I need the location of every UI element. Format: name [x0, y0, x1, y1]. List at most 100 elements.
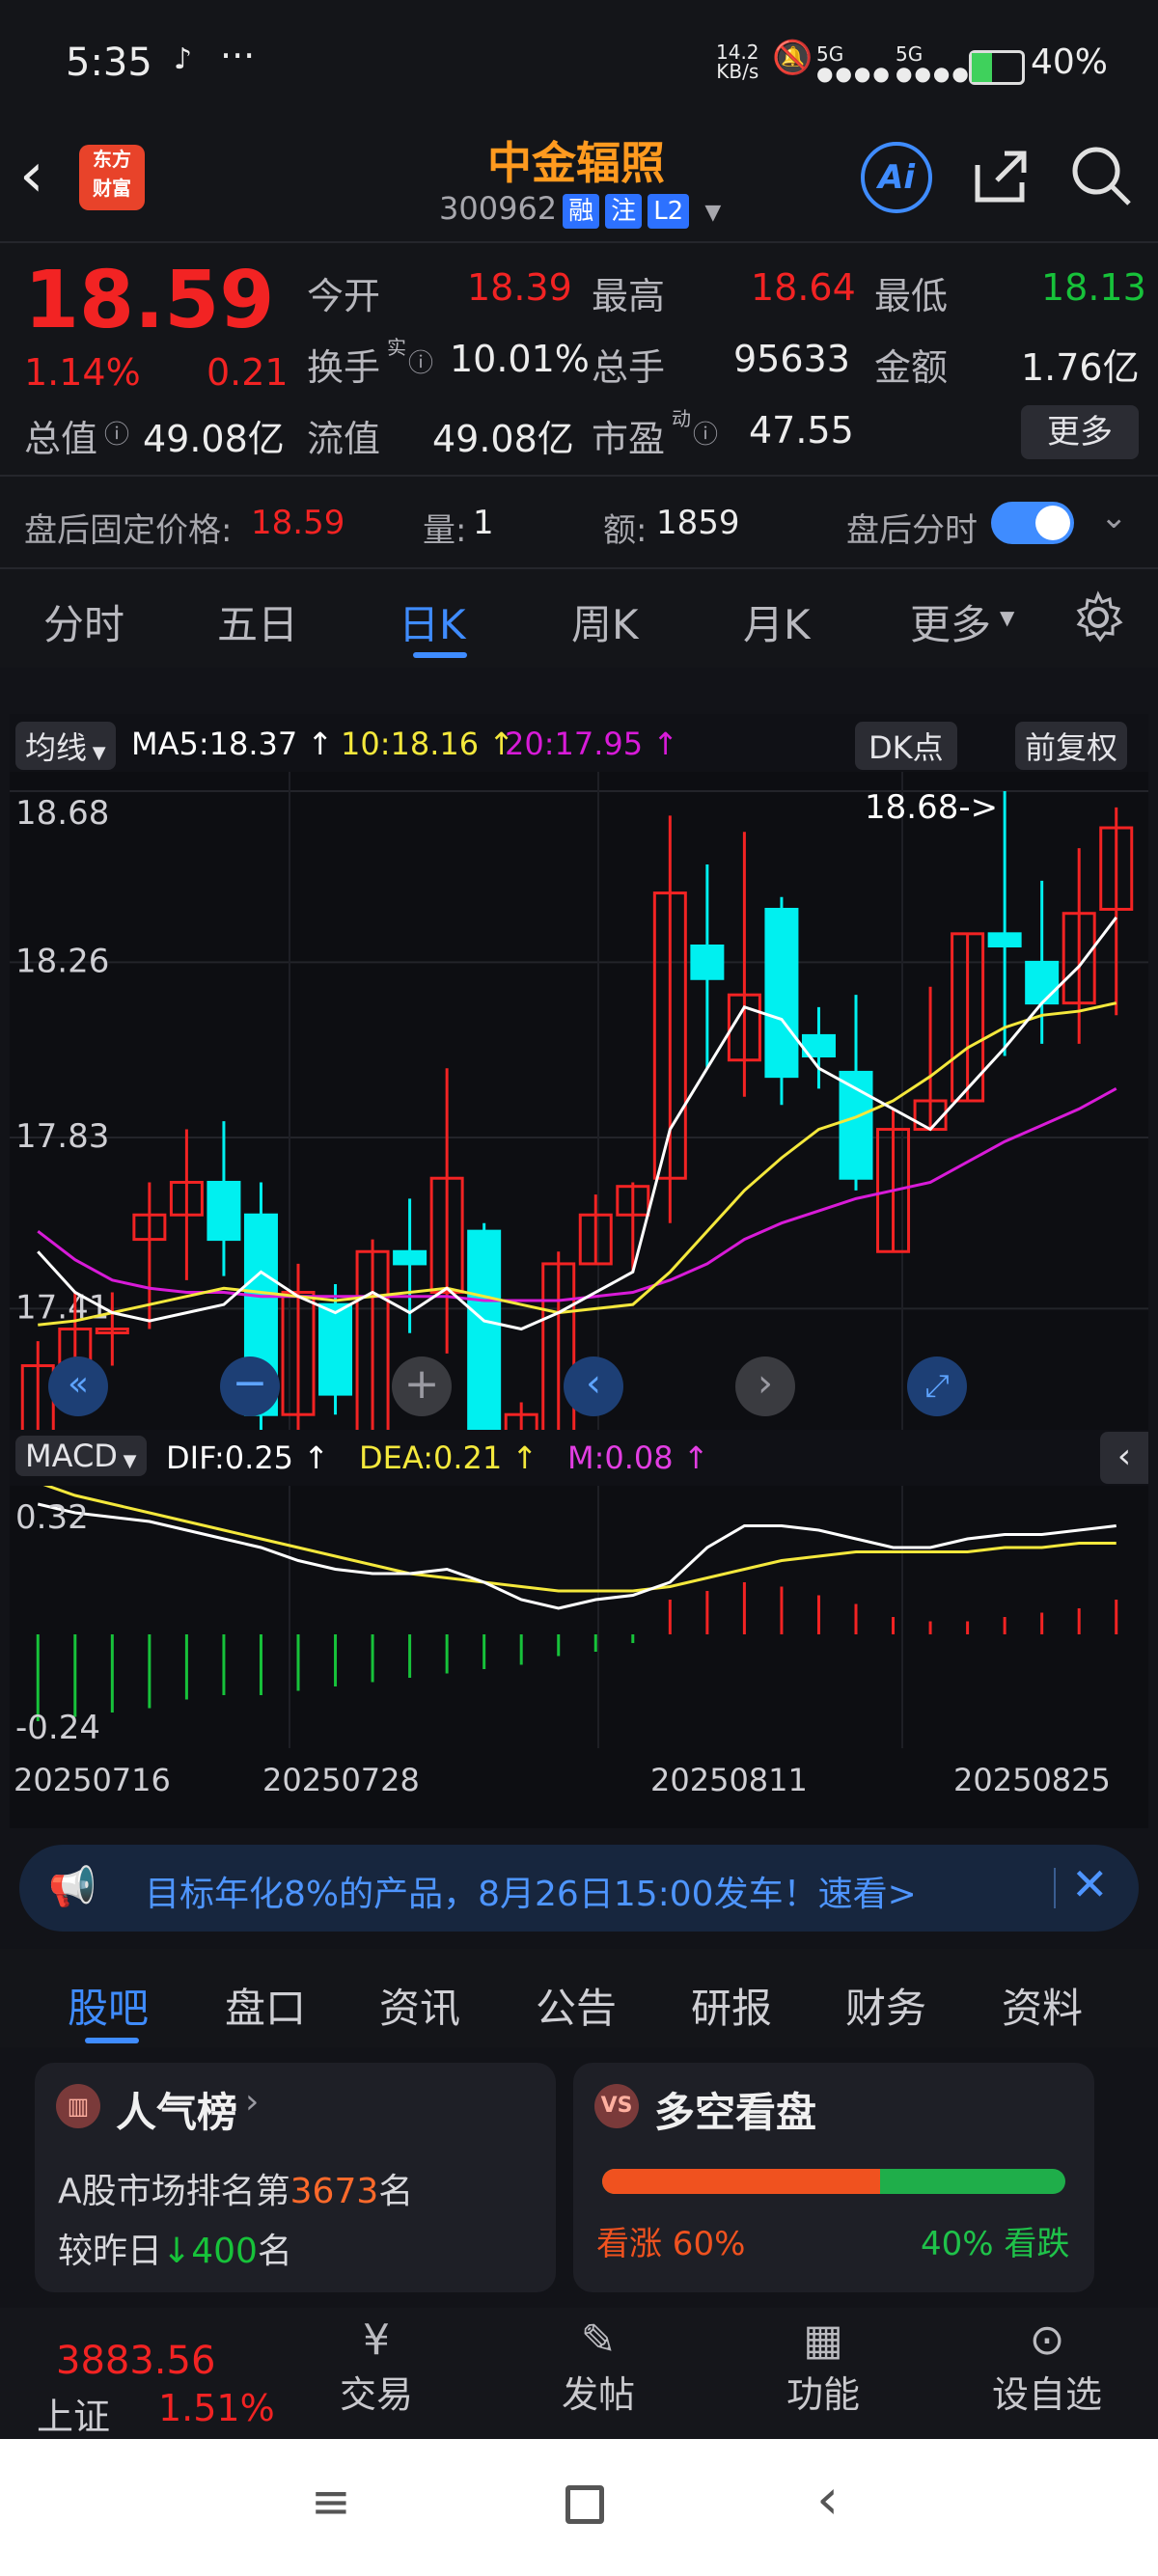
tag-l2: L2: [648, 194, 690, 229]
share-icon[interactable]: [970, 146, 1030, 206]
popularity-card[interactable]: ▥ 人气榜 › A股市场排名第3673名 较昨日↓400名: [35, 2063, 556, 2292]
chevron-down-icon: ▼: [117, 1451, 137, 1471]
after-hours-row: 盘后固定价格: 18.59 量: 1 额: 1859 盘后分时 ⌄: [0, 477, 1158, 567]
candle: [801, 1006, 836, 1089]
index-name[interactable]: 上证: [37, 2387, 110, 2440]
section-tab-forum[interactable]: 股吧: [68, 1976, 149, 2035]
close-icon[interactable]: ✕: [1071, 1858, 1109, 1910]
settings-gear-icon[interactable]: [1071, 590, 1125, 644]
volume-value: 95633: [733, 338, 850, 380]
candle: [839, 995, 873, 1191]
candle: [429, 1068, 464, 1354]
section-tab-news[interactable]: 资讯: [379, 1976, 460, 2035]
tab-weekly-k[interactable]: 周K: [571, 592, 639, 651]
change-suffix: 名: [257, 2232, 292, 2271]
open-label: 今开: [307, 275, 381, 317]
macd-select[interactable]: MACD ▼: [15, 1436, 147, 1476]
stock-header: ‹ 东方 财富 中金辐照 300962 融注 L2 ▼ Ai: [0, 130, 1158, 241]
status-bar: 5:35 ♪ ··· 14.2 KB/s 🔕 5G ●●●● 5G ●●●● 4…: [0, 0, 1158, 130]
macd-chart[interactable]: 0.32 -0.24: [10, 1486, 1148, 1748]
home-icon[interactable]: [565, 2485, 604, 2524]
zoom-in-icon[interactable]: +: [392, 1357, 452, 1416]
candle: [690, 864, 725, 1069]
tab-five-day[interactable]: 五日: [217, 592, 298, 651]
app-logo[interactable]: 东方 财富: [79, 145, 145, 210]
rewind-icon[interactable]: «: [48, 1357, 108, 1416]
back-nav-icon[interactable]: ‹: [816, 2466, 839, 2532]
section-tab-profile[interactable]: 资料: [1002, 1976, 1083, 2035]
info-icon[interactable]: ⓘ: [104, 415, 129, 451]
candle: [913, 986, 948, 1132]
promo-banner[interactable]: 📢 目标年化8%的产品，8月26日15:00发车！速看> ✕: [19, 1845, 1139, 1932]
mktcap-value: 49.08亿: [143, 418, 285, 460]
ma10-line: [38, 1001, 1117, 1327]
macd-m: M:0.08 ↑: [567, 1439, 709, 1476]
candle: [355, 1239, 390, 1462]
info-icon[interactable]: ⓘ: [408, 343, 433, 379]
nav-functions[interactable]: ▦ 功能: [780, 2316, 867, 2418]
bull-bear-card[interactable]: VS 多空看盘 看涨 60% 40% 看跌: [573, 2063, 1094, 2292]
banner-text: 目标年化8%的产品，8月26日15:00发车！速看>: [145, 1875, 917, 1914]
dk-point-button[interactable]: DK点: [855, 722, 957, 770]
signal-bars-2-icon: ●●●●: [896, 62, 971, 85]
section-tab-orderbook[interactable]: 盘口: [225, 1976, 306, 2035]
chevron-down-icon[interactable]: ⌄: [1100, 498, 1128, 536]
pe-sup: 动: [672, 407, 691, 430]
scroll-left-icon[interactable]: ‹: [564, 1357, 623, 1416]
info-icon[interactable]: ⓘ: [693, 415, 718, 451]
candle: [727, 832, 761, 1097]
section-tab-indicator: [85, 2038, 139, 2043]
max-annotation: 18.68->: [865, 788, 998, 827]
section-tab-announcements[interactable]: 公告: [536, 1976, 617, 2035]
after-hours-amt: 1859: [656, 504, 740, 542]
bear-label: 40% 看跌: [921, 2225, 1070, 2263]
more-button[interactable]: 更多: [1021, 405, 1139, 459]
back-icon[interactable]: ‹: [19, 140, 44, 211]
candle: [652, 815, 687, 1223]
after-hours-toggle[interactable]: [991, 502, 1074, 544]
after-hours-amt-label: 额:: [603, 511, 648, 550]
turnover-sup: 实: [387, 336, 406, 359]
tab-monthly-k[interactable]: 月K: [743, 592, 811, 651]
index-value[interactable]: 3883.56: [56, 2339, 215, 2383]
ai-button[interactable]: Ai: [861, 142, 932, 213]
section-tab-research[interactable]: 研报: [691, 1976, 772, 2035]
float-value: 49.08亿: [432, 418, 574, 460]
nav-trade-label: 交易: [339, 2373, 413, 2416]
adjust-button[interactable]: 前复权: [1015, 722, 1128, 770]
tab-daily-k[interactable]: 日K: [399, 592, 466, 651]
candle-body: [987, 932, 1022, 947]
section-tab-finance[interactable]: 财务: [845, 1976, 926, 2035]
nav-trade[interactable]: ¥ 交易: [338, 2316, 415, 2418]
amount-value: 1.76亿: [1021, 346, 1140, 389]
fullscreen-icon[interactable]: ⤢: [907, 1357, 967, 1416]
collapse-panel-icon[interactable]: ‹: [1100, 1432, 1148, 1484]
vs-icon: VS: [594, 2084, 639, 2128]
chevron-down-icon: ▼: [704, 201, 722, 225]
candle: [318, 1284, 353, 1415]
scroll-right-icon[interactable]: ›: [735, 1357, 795, 1416]
candle-body: [318, 1302, 353, 1396]
search-icon[interactable]: [1069, 144, 1133, 207]
candle: [987, 791, 1022, 1056]
tab-more[interactable]: 更多: [910, 592, 991, 651]
zoom-out-icon[interactable]: −: [220, 1357, 280, 1416]
tiktok-icon: ♪: [174, 42, 193, 76]
after-hours-price: 18.59: [251, 504, 345, 542]
after-hours-price-label: 盘后固定价格:: [24, 511, 233, 550]
index-change[interactable]: 1.51%: [158, 2387, 275, 2429]
x-axis-labels: 20250716 20250728 20250811 20250825: [10, 1748, 1148, 1816]
indicator-select[interactable]: 均线 ▼: [15, 722, 116, 770]
ma-bar: 均线 ▼ MA5:18.37 ↑ 10:18.16 ↑ 20:17.95 ↑ D…: [10, 714, 1148, 772]
stock-code-row[interactable]: 300962 融注 L2 ▼: [439, 190, 721, 229]
nav-post[interactable]: ✎ 发帖: [555, 2316, 642, 2418]
x-label: 20250716: [14, 1762, 171, 1798]
x-label: 20250728: [262, 1762, 420, 1798]
open-value: 18.39: [467, 266, 572, 309]
tab-intraday[interactable]: 分时: [43, 592, 124, 651]
turnover-label: 换手: [307, 346, 381, 389]
nav-add-watchlist[interactable]: ⊙ 设自选: [984, 2316, 1110, 2418]
y-tick-label: 18.26: [15, 942, 109, 980]
menu-icon[interactable]: ≡: [311, 2474, 351, 2530]
rank-prefix: A股市场排名第: [58, 2172, 290, 2211]
